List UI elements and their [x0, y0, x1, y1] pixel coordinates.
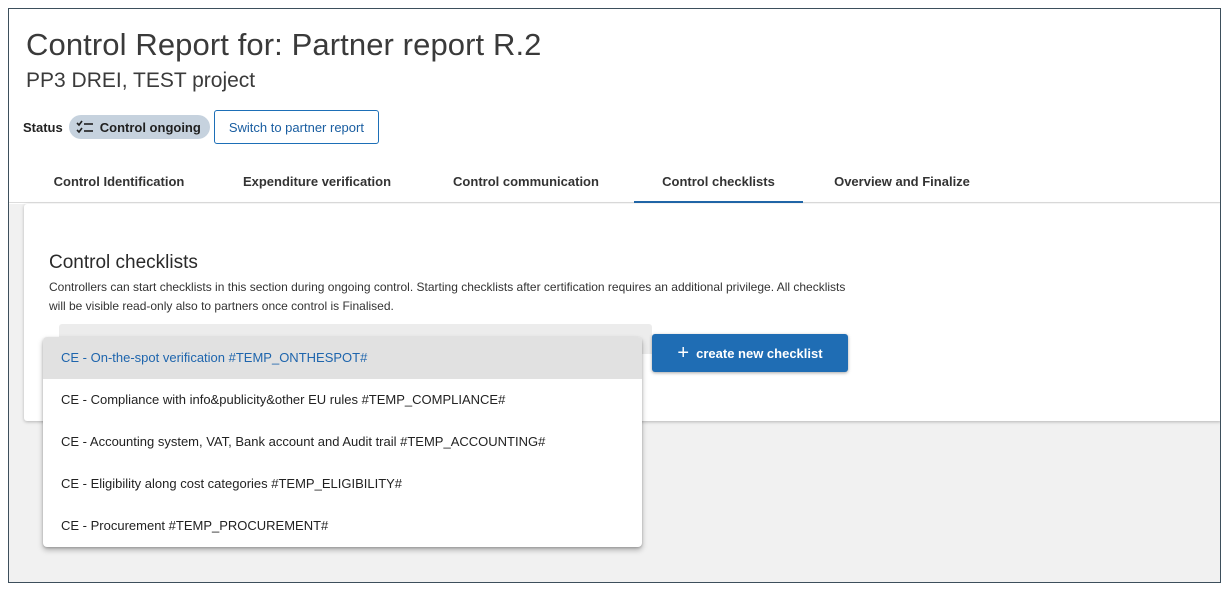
- page-title: Control Report for: Partner report R.2: [26, 27, 542, 62]
- dropdown-option[interactable]: CE - Eligibility along cost categories #…: [43, 463, 642, 505]
- create-new-checklist-button[interactable]: + create new checklist: [652, 334, 848, 372]
- plus-icon: +: [677, 342, 690, 364]
- checklist-template-dropdown: CE - On-the-spot verification #TEMP_ONTH…: [43, 337, 642, 547]
- tab-overview-and-finalize[interactable]: Overview and Finalize: [819, 162, 985, 203]
- tab-bar: Control Identification Expenditure verif…: [9, 162, 1220, 203]
- section-title: Control checklists: [49, 252, 198, 273]
- dropdown-option[interactable]: CE - Accounting system, VAT, Bank accoun…: [43, 421, 642, 463]
- dropdown-option[interactable]: CE - On-the-spot verification #TEMP_ONTH…: [43, 337, 642, 379]
- status-label: Status: [23, 119, 63, 135]
- checklist-icon: [76, 120, 93, 134]
- tab-control-communication[interactable]: Control communication: [436, 162, 616, 203]
- dropdown-option[interactable]: CE - Procurement #TEMP_PROCUREMENT#: [43, 505, 642, 547]
- status-row: Status Control ongoing Switch to partner…: [23, 110, 379, 144]
- main-window: Control Report for: Partner report R.2 P…: [8, 8, 1221, 583]
- section-description: Controllers can start checklists in this…: [49, 280, 846, 313]
- tab-expenditure-verification[interactable]: Expenditure verification: [225, 162, 409, 203]
- page-subtitle: PP3 DREI, TEST project: [26, 69, 256, 92]
- tab-control-checklists[interactable]: Control checklists: [634, 162, 803, 203]
- create-button-label: create new checklist: [696, 345, 823, 361]
- tab-control-identification[interactable]: Control Identification: [33, 162, 205, 203]
- status-badge: Control ongoing: [68, 115, 210, 139]
- switch-to-partner-report-button[interactable]: Switch to partner report: [213, 110, 379, 144]
- dropdown-option[interactable]: CE - Compliance with info&publicity&othe…: [43, 379, 642, 421]
- status-badge-text: Control ongoing: [99, 119, 201, 135]
